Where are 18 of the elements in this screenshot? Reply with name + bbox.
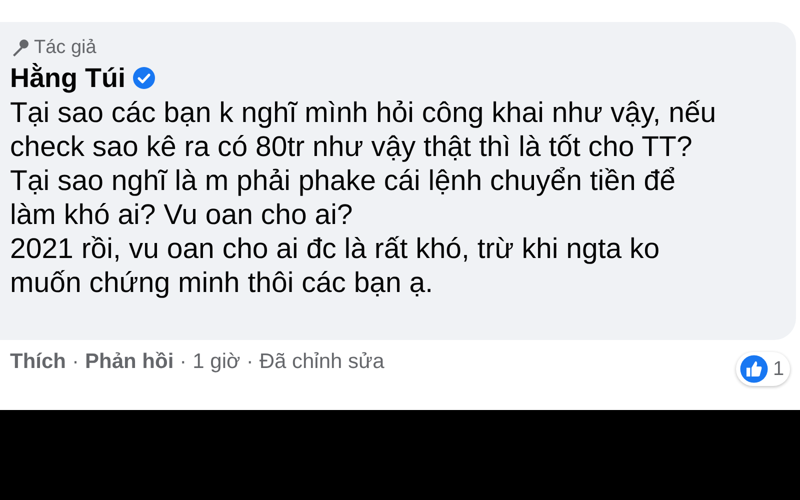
author-name[interactable]: Hằng Túi (10, 62, 126, 94)
reaction-count-badge[interactable]: 1 (736, 352, 790, 386)
comment-text-line: check sao kê ra có 80tr như vậy thật thì là tốt cho TT? (10, 130, 694, 164)
thumbs-up-icon (739, 354, 769, 384)
reaction-count: 1 (773, 358, 784, 380)
comment-text-line: muốn chứng minh thôi các bạn ạ. (10, 266, 434, 300)
comment-meta: Đã chỉnh sửa (259, 350, 384, 374)
separator-dot: · (72, 350, 79, 374)
author-label: Tác giả (34, 37, 96, 59)
separator-dot: · (246, 350, 254, 374)
separator-dot: · (180, 350, 187, 374)
comment-meta: 1 giờ (192, 350, 240, 374)
action-link[interactable]: Phản hồi (85, 350, 174, 374)
comment-text-line: Tại sao nghĩ là m phải phake cái lệnh chuyển tiền để (10, 164, 676, 198)
action-link[interactable]: Thích (10, 350, 66, 374)
comment-text-line: 2021 rồi, vu oan cho ai đc là rất khó, trừ khi ngta ko (10, 232, 661, 266)
comment-text-line: làm khó ai? Vu oan cho ai? (10, 198, 354, 232)
comment-text-line: Tại sao các bạn k nghĩ mình hỏi công khai như vậy, nếu (10, 96, 718, 130)
